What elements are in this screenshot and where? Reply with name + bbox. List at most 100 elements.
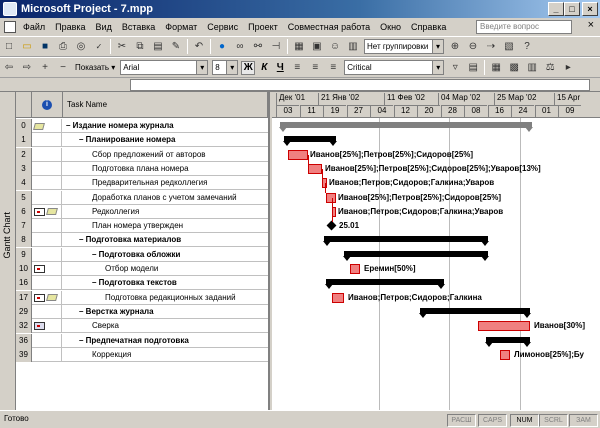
table-row[interactable]: 6 Редколлегия	[16, 204, 268, 219]
font-size-select[interactable]: 8	[212, 60, 239, 75]
menu-tools[interactable]: Сервис	[202, 22, 243, 32]
milestone-label[interactable]: 25.01	[339, 221, 359, 231]
autofilter-icon[interactable]: ▿	[448, 61, 462, 75]
copy-picture-icon[interactable]: ▧	[502, 40, 516, 54]
calc-icon[interactable]: ▩	[507, 61, 521, 75]
summary-bar[interactable]	[419, 307, 531, 318]
row-id[interactable]: 5	[16, 190, 32, 205]
table-row[interactable]: 32 Сверка	[16, 319, 268, 334]
table-row[interactable]: 3 Подготовка плана номера	[16, 161, 268, 176]
task-name[interactable]: Предварительная редколлегия	[92, 176, 207, 190]
table-row[interactable]: 4 Предварительная редколлегия	[16, 176, 268, 191]
menu-window[interactable]: Окно	[375, 22, 406, 32]
summary-bar[interactable]	[323, 236, 489, 247]
table-row[interactable]: 10 Отбор модели	[16, 262, 268, 276]
resource-label[interactable]: Лимонов[25%];Бу	[514, 350, 584, 360]
row-id[interactable]: 6	[16, 204, 32, 219]
paste-icon[interactable]: ▤	[151, 40, 165, 54]
more-icon[interactable]: ▸	[561, 61, 575, 75]
undo-icon[interactable]: ↶	[192, 40, 206, 54]
italic-button[interactable]: К	[257, 61, 271, 75]
notes-icon[interactable]: ▣	[310, 40, 324, 54]
spell-icon[interactable]: ✓	[92, 40, 106, 54]
info-icon[interactable]: ▦	[292, 40, 306, 54]
table-row[interactable]: 39 Коррекция	[16, 347, 268, 362]
zoom-out-icon[interactable]: ⊖	[466, 40, 480, 54]
resource-icon[interactable]: ▥	[525, 61, 539, 75]
gantt-wizard-icon[interactable]: ▤	[466, 61, 480, 75]
task-name[interactable]: Отбор модели	[105, 262, 158, 276]
menu-file[interactable]: Файл	[18, 22, 50, 32]
task-bar[interactable]	[288, 149, 308, 160]
task-name[interactable]: Подготовка редакционных заданий	[105, 291, 236, 305]
menu-project[interactable]: Проект	[243, 22, 283, 32]
assign-icon[interactable]: ☺	[328, 40, 342, 54]
resource-label[interactable]: Еремин[50%]	[364, 264, 416, 274]
table-row[interactable]: 1 – Планирование номера	[16, 133, 268, 148]
close-document-icon[interactable]: ×	[588, 19, 594, 31]
plus-icon[interactable]: +	[38, 61, 52, 75]
table-row[interactable]: 16 – Подготовка текстов	[16, 276, 268, 291]
underline-button[interactable]: Ч	[273, 61, 287, 75]
align-right-icon[interactable]: ≡	[326, 61, 340, 75]
link-icon[interactable]: ∞	[233, 40, 247, 54]
unlink-icon[interactable]: ⚯	[251, 40, 265, 54]
minimize-button[interactable]: _	[548, 2, 564, 16]
table-row[interactable]: 7 План номера утвержден	[16, 219, 268, 234]
task-bar[interactable]	[332, 292, 344, 303]
balance-icon[interactable]: ⚖	[543, 61, 557, 75]
task-name[interactable]: – Подготовка материалов	[79, 233, 181, 247]
summary-bar[interactable]	[343, 250, 489, 261]
task-name[interactable]: План номера утвержден	[92, 219, 183, 233]
new-icon[interactable]: □	[2, 40, 16, 54]
row-id[interactable]: 39	[16, 347, 32, 362]
table-row[interactable]: 8 – Подготовка материалов	[16, 233, 268, 248]
entry-field[interactable]	[130, 79, 590, 91]
view-bar[interactable]: Gantt Chart	[0, 92, 16, 410]
task-name[interactable]: Коррекция	[92, 348, 131, 362]
filter-select[interactable]: Critical	[344, 60, 445, 75]
summary-bar[interactable]	[485, 336, 531, 347]
task-bar[interactable]	[308, 163, 322, 174]
table-row[interactable]: 36 – Предпечатная подготовка	[16, 333, 268, 348]
cut-icon[interactable]: ✂	[115, 40, 129, 54]
align-center-icon[interactable]: ≡	[308, 61, 322, 75]
preview-icon[interactable]: ◎	[74, 40, 88, 54]
table-row[interactable]: 9 – Подготовка обложки	[16, 247, 268, 262]
row-id[interactable]: 7	[16, 219, 32, 234]
arrow-right-icon[interactable]: ⇨	[20, 61, 34, 75]
table-row[interactable]: 5 Доработка планов с учетом замечаний	[16, 190, 268, 205]
task-name[interactable]: – Издание номера журнала	[66, 119, 174, 133]
split-icon[interactable]: ⊣	[269, 40, 283, 54]
task-name[interactable]: – Подготовка обложки	[92, 248, 180, 262]
hyperlink-icon[interactable]: ●	[215, 40, 229, 54]
task-bar[interactable]	[326, 192, 336, 203]
open-icon[interactable]: ▭	[20, 40, 34, 54]
row-id[interactable]: 2	[16, 147, 32, 162]
task-bar[interactable]	[350, 264, 360, 274]
task-name[interactable]: – Предпечатная подготовка	[79, 334, 189, 348]
task-name[interactable]: Сбор предложений от авторов	[92, 148, 206, 162]
task-name[interactable]: Редколлегия	[92, 205, 139, 219]
task-name[interactable]: – Верстка журнала	[79, 305, 154, 319]
align-left-icon[interactable]: ≡	[290, 61, 304, 75]
print-icon[interactable]: ⎙	[56, 40, 70, 54]
close-button[interactable]: ×	[582, 2, 598, 16]
resource-label[interactable]: Иванов[25%];Петров[25%];Сидоров[25%]	[338, 193, 501, 203]
dependency-line[interactable]	[332, 197, 333, 208]
row-id[interactable]: 4	[16, 176, 32, 191]
table-row[interactable]: 2 Сбор предложений от авторов	[16, 147, 268, 162]
save-icon[interactable]: ■	[38, 40, 52, 54]
row-id[interactable]: 32	[16, 319, 32, 334]
table-row[interactable]: 29 – Верстка журнала	[16, 304, 268, 319]
menu-edit[interactable]: Правка	[50, 22, 90, 32]
task-bar[interactable]	[478, 321, 530, 332]
row-id[interactable]: 0	[16, 119, 32, 133]
row-id[interactable]: 3	[16, 161, 32, 176]
task-name[interactable]: Подготовка плана номера	[92, 162, 189, 176]
header-indicators[interactable]: i	[32, 92, 63, 118]
milestone[interactable]	[326, 220, 337, 231]
dependency-line[interactable]	[322, 168, 323, 180]
task-name[interactable]: – Планирование номера	[79, 133, 175, 147]
table-row[interactable]: 17 Подготовка редакционных заданий	[16, 290, 268, 305]
